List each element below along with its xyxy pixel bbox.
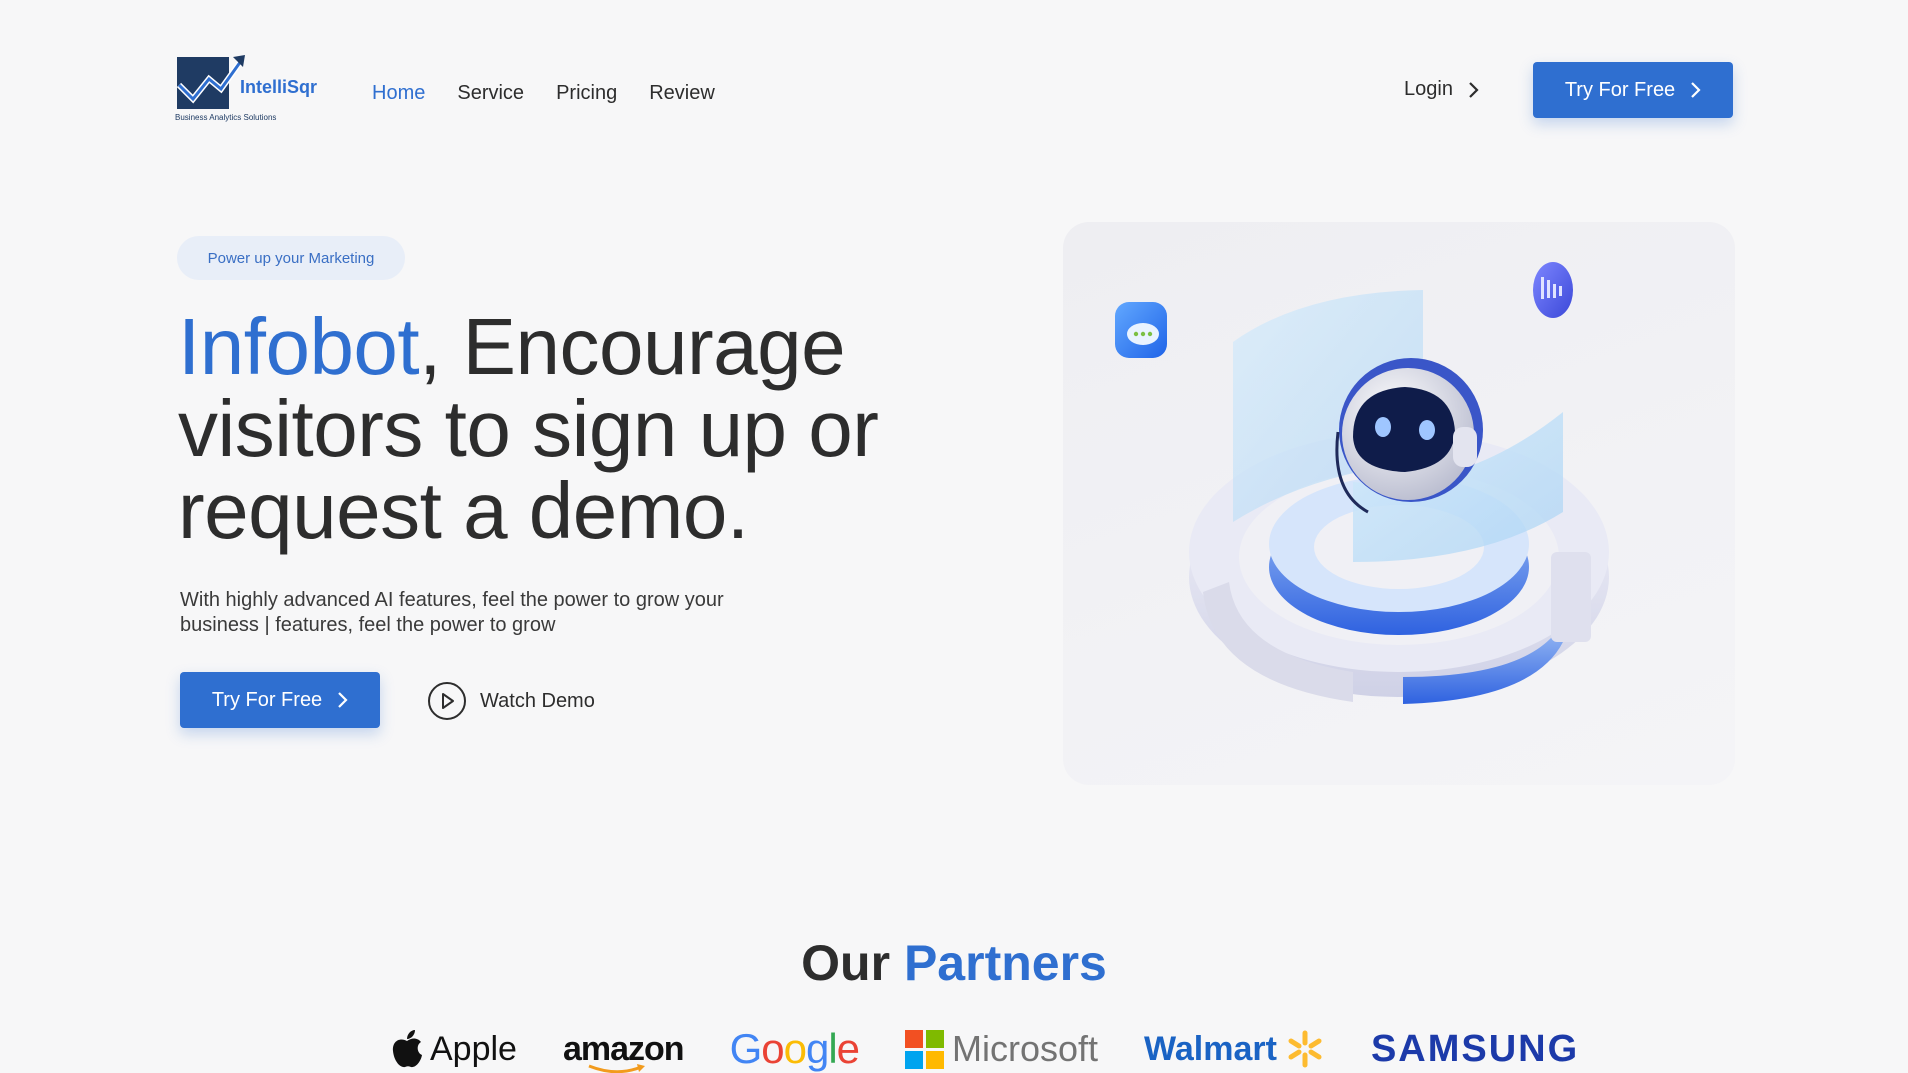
partner-google: Google (729, 1025, 860, 1073)
partner-samsung-label: SAMSUNG (1370, 1027, 1580, 1070)
hero-try-free-button[interactable]: Try For Free (180, 672, 380, 728)
partner-walmart: Walmart (1144, 1025, 1325, 1073)
brand-logo[interactable]: IntelliSqr Business Analytics Solutions (175, 55, 325, 127)
partner-amazon: amazon (563, 1025, 685, 1073)
partner-apple: Apple (390, 1025, 517, 1073)
nav-item-review[interactable]: Review (649, 82, 715, 105)
robot-assistant-illustration-icon (1115, 262, 1609, 704)
nav-item-pricing[interactable]: Pricing (556, 82, 617, 105)
partner-samsung: SAMSUNG (1371, 1025, 1579, 1073)
play-icon (428, 682, 466, 720)
watch-demo-label: Watch Demo (480, 689, 595, 712)
partner-microsoft-label: Microsoft (952, 1028, 1099, 1069)
login-link[interactable]: Login (1404, 78, 1479, 101)
amazon-smile-icon (588, 1064, 645, 1073)
main-nav: Home Service Pricing Review (372, 82, 715, 105)
partner-walmart-label: Walmart (1144, 1029, 1277, 1068)
chevron-right-icon (1691, 82, 1701, 98)
apple-logo-icon (392, 1030, 422, 1068)
chart-arrow-logo-icon (176, 55, 245, 109)
partner-apple-label: Apple (430, 1029, 517, 1068)
chevron-right-icon (1469, 81, 1479, 98)
hero-cta-label: Try For Free (211, 688, 323, 711)
partners-title-highlight: Partners (903, 935, 1107, 991)
watch-demo-button[interactable]: Watch Demo (428, 682, 595, 720)
partner-microsoft: Microsoft (905, 1025, 1098, 1073)
walmart-spark-icon (1288, 1030, 1322, 1068)
hero-badge: Power up your Marketing (177, 236, 405, 280)
partner-google-label: Google (729, 1025, 860, 1072)
nav-item-home[interactable]: Home (372, 82, 425, 105)
partners-title-plain: Our (801, 935, 891, 991)
nav-item-service[interactable]: Service (457, 82, 524, 105)
partners-title: Our Partners (0, 934, 1908, 992)
header-cta-label: Try For Free (1564, 78, 1676, 101)
brand-tagline: Business Analytics Solutions (175, 113, 277, 122)
hero-subtext: With highly advanced AI features, feel t… (180, 589, 724, 636)
microsoft-logo-icon (905, 1029, 945, 1069)
headline-highlight: Infobot (178, 302, 420, 391)
partner-logos: Apple amazon Google Microsoft Walmart SA… (390, 1025, 1579, 1073)
hero-illustration (1063, 222, 1735, 785)
header-try-free-button[interactable]: Try For Free (1533, 62, 1733, 118)
brand-name: IntelliSqr (240, 77, 318, 97)
hero-headline: Infobot, Encourage visitors to sign up o… (178, 306, 938, 552)
login-label: Login (1404, 78, 1453, 100)
chevron-right-icon (338, 692, 348, 708)
